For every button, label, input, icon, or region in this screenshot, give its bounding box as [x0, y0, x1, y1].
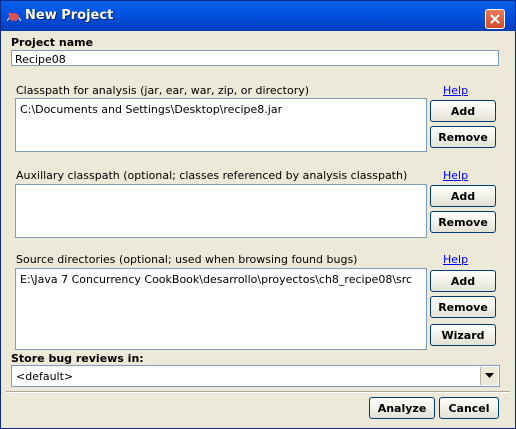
new-project-dialog: New Project Project name Recipe08 Classp…: [0, 0, 516, 429]
list-item[interactable]: C:\Documents and Settings\Desktop\recipe…: [20, 103, 422, 116]
source-dirs-list[interactable]: E:\Java 7 Concurrency CookBook\desarroll…: [15, 268, 427, 350]
cancel-button[interactable]: Cancel: [439, 397, 499, 419]
store-reviews-value: <default>: [16, 370, 74, 383]
store-reviews-combo[interactable]: <default>: [11, 365, 500, 387]
title-bar[interactable]: New Project: [1, 1, 515, 31]
chevron-down-icon: [485, 373, 494, 378]
store-reviews-label: Store bug reviews in:: [11, 352, 144, 365]
aux-classpath-help-link[interactable]: Help: [443, 169, 468, 182]
aux-classpath-list[interactable]: [15, 184, 427, 238]
source-dirs-label: Source directories (optional; used when …: [16, 253, 358, 266]
window-title: New Project: [25, 8, 114, 23]
aux-classpath-add-button[interactable]: Add: [430, 185, 496, 207]
source-dirs-add-button[interactable]: Add: [430, 270, 496, 292]
classpath-add-button[interactable]: Add: [430, 100, 496, 122]
close-button[interactable]: [485, 9, 505, 29]
close-icon: [490, 14, 500, 24]
classpath-remove-button[interactable]: Remove: [430, 126, 496, 148]
aux-classpath-label: Auxillary classpath (optional; classes r…: [16, 169, 408, 182]
source-dirs-wizard-button[interactable]: Wizard: [430, 324, 496, 346]
dropdown-arrow-button[interactable]: [480, 367, 498, 385]
dialog-body: Project name Recipe08 Classpath for anal…: [2, 31, 514, 428]
aux-classpath-remove-button[interactable]: Remove: [430, 211, 496, 233]
project-name-input[interactable]: Recipe08: [11, 50, 499, 66]
source-dirs-remove-button[interactable]: Remove: [430, 296, 496, 318]
classpath-help-link[interactable]: Help: [443, 84, 468, 97]
project-name-label: Project name: [11, 36, 94, 49]
classpath-list[interactable]: C:\Documents and Settings\Desktop\recipe…: [15, 98, 427, 152]
findbugs-bug-icon: [6, 10, 22, 22]
list-item[interactable]: E:\Java 7 Concurrency CookBook\desarroll…: [20, 273, 422, 286]
source-dirs-help-link[interactable]: Help: [443, 253, 468, 266]
analyze-button[interactable]: Analyze: [369, 397, 435, 419]
footer-separator: [6, 391, 510, 393]
classpath-label: Classpath for analysis (jar, ear, war, z…: [16, 84, 310, 97]
